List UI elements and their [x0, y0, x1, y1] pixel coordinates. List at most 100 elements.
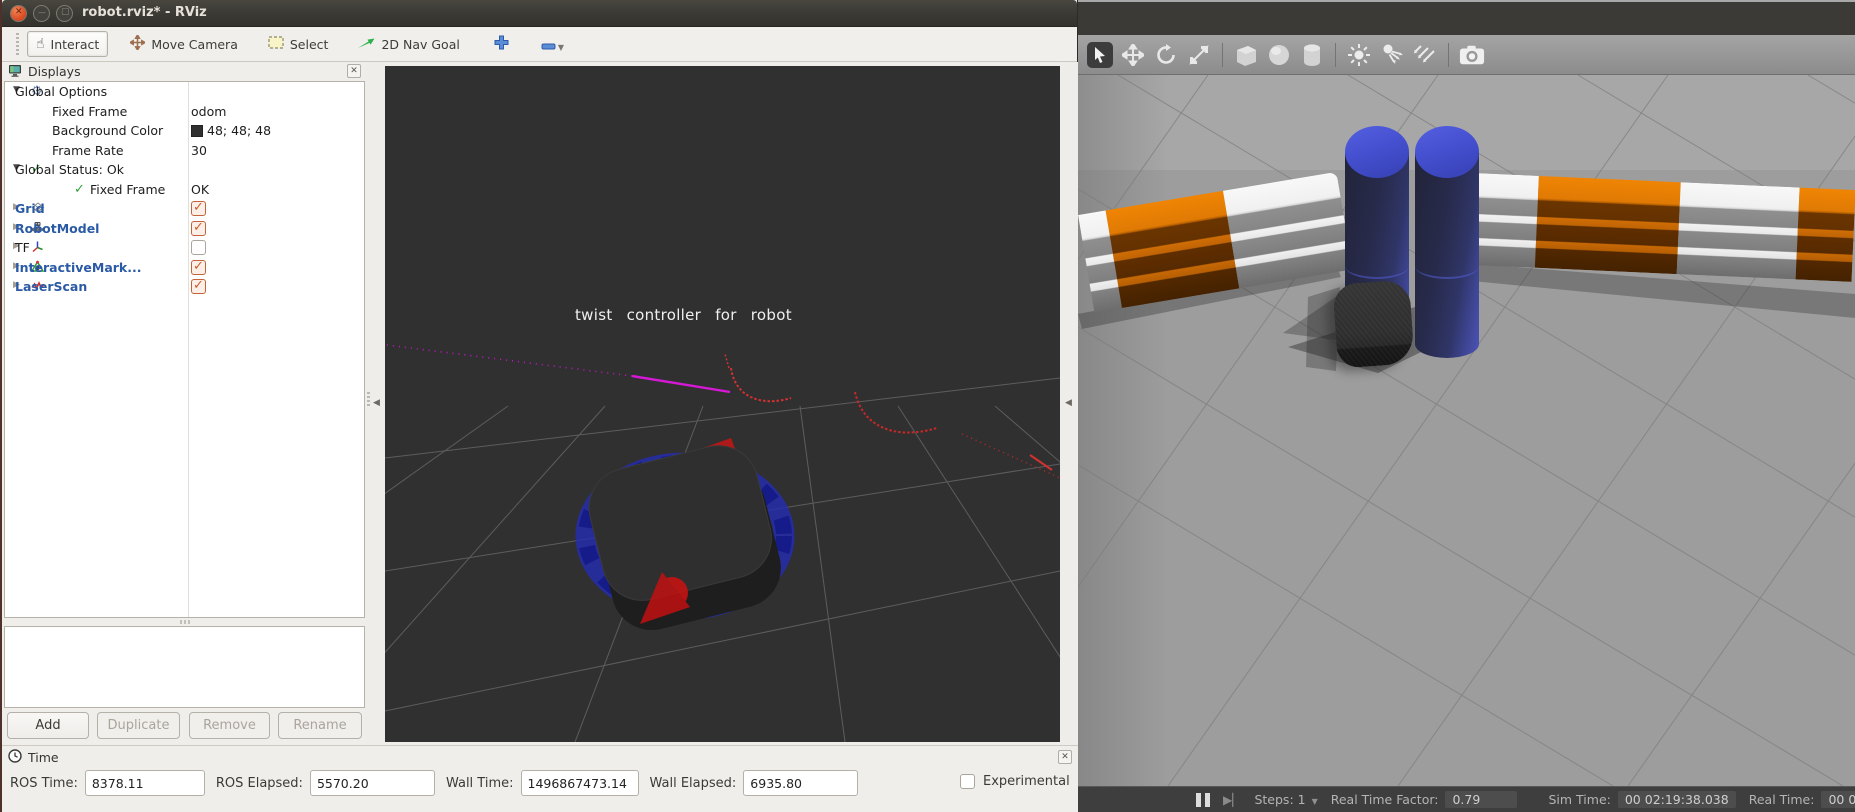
tree-row[interactable]: Background Color 48; 48; 48 [5, 121, 364, 141]
displays-icon [8, 64, 22, 80]
window-close-button[interactable] [10, 5, 27, 22]
enable-checkbox[interactable] [191, 201, 206, 216]
panel-splitter[interactable] [4, 618, 365, 626]
enable-checkbox[interactable] [191, 279, 206, 294]
gazebo-3d-viewport[interactable] [1078, 75, 1855, 786]
right-view-splitter[interactable]: ◀ [1060, 62, 1079, 745]
time-field-input[interactable] [521, 770, 639, 796]
enable-checkbox[interactable] [191, 260, 206, 275]
clock-icon [8, 749, 22, 766]
rviz-toolbar: ☝ Interact Move Camera Select 2D Nav Go [2, 27, 1077, 62]
add-tool-icon[interactable] [494, 35, 509, 54]
tree-row[interactable]: ▶RobotModel [5, 219, 364, 239]
barrier-right[interactable] [1448, 172, 1855, 282]
remove-tool-caret-icon[interactable]: ▼ [558, 43, 564, 52]
spot-light-icon[interactable] [1379, 42, 1405, 68]
time-panel: Time ✕ ROS Time: ROS Elapsed: Wall Time: Wa… [2, 745, 1080, 812]
row-value[interactable]: 48; 48; 48 [191, 123, 271, 138]
gazebo-status-bar: ▶▏ Steps: 1 ▼ Real Time Factor: 0.79 Sim… [1078, 786, 1855, 812]
time-field-label: Wall Elapsed: [650, 776, 737, 791]
add-button[interactable]: Add [7, 712, 89, 739]
select-arrow-icon[interactable] [1087, 42, 1113, 68]
enable-checkbox[interactable] [191, 240, 206, 255]
toolbar-drag-handle[interactable] [16, 33, 19, 55]
displays-panel-header: Displays ✕ [4, 62, 365, 81]
duplicate-button[interactable]: Duplicate [97, 712, 180, 739]
row-label: Frame Rate [52, 143, 124, 158]
rename-button[interactable]: Rename [278, 712, 362, 739]
hand-pointer-icon: ☝ [36, 36, 45, 52]
sim-time-label: Sim Time: [1548, 792, 1610, 807]
directional-light-icon[interactable] [1412, 42, 1438, 68]
tree-row[interactable]: ✓Fixed FrameOK [5, 180, 364, 200]
toolbar-separator [1448, 43, 1449, 67]
time-field: ROS Time: [10, 770, 205, 796]
displays-button-row: Add Duplicate Remove Rename [2, 712, 377, 742]
screenshot-root: robot.rviz* - RViz ☝ Interact Move Camer… [0, 0, 1855, 812]
interact-tool-button[interactable]: ☝ Interact [27, 31, 108, 57]
move-camera-tool-button[interactable]: Move Camera [122, 31, 246, 57]
camera-capture-icon[interactable] [1459, 42, 1485, 68]
step-forward-icon[interactable]: ▶▏ [1223, 793, 1241, 807]
tree-row[interactable]: ▶LaserScan [5, 277, 364, 297]
window-minimize-button[interactable] [33, 5, 50, 22]
steps-caret-icon[interactable]: ▼ [1312, 797, 1318, 806]
translate-icon[interactable] [1120, 42, 1146, 68]
row-value[interactable]: OK [191, 182, 209, 197]
rviz-scene [385, 66, 1060, 742]
experimental-checkbox[interactable] [960, 774, 975, 789]
toolbar-separator [1335, 43, 1336, 67]
collapse-right-arrow-icon[interactable]: ◀ [1065, 398, 1072, 408]
gazebo-robot[interactable] [1332, 279, 1415, 368]
point-light-icon[interactable] [1346, 42, 1372, 68]
time-panel-header: Time [8, 749, 59, 766]
steps-group[interactable]: Steps: 1 ▼ [1254, 792, 1317, 807]
tree-row[interactable]: ▶Grid [5, 199, 364, 219]
row-value[interactable]: odom [191, 104, 226, 119]
tree-row[interactable]: ▶TF [5, 238, 364, 258]
collapse-left-arrow-icon[interactable]: ◀ [373, 398, 380, 408]
experimental-checkbox-group[interactable]: Experimental [960, 774, 1070, 789]
window-maximize-button[interactable] [56, 5, 73, 22]
remove-button[interactable]: Remove [189, 712, 270, 739]
tree-row[interactable]: Frame Rate 30 [5, 141, 364, 161]
overlay-text: twist controller for robot [575, 306, 792, 324]
remove-tool-icon[interactable]: ▼ [541, 35, 564, 54]
time-field-label: ROS Time: [10, 776, 78, 791]
time-field-input[interactable] [743, 770, 858, 796]
tree-row[interactable]: Fixed Frameodom [5, 102, 364, 122]
selection-box-icon [268, 36, 284, 52]
time-close-icon[interactable]: ✕ [1058, 750, 1072, 764]
scale-icon[interactable] [1186, 42, 1212, 68]
select-tool-button[interactable]: Select [260, 32, 337, 56]
gazebo-top-strip [1078, 0, 1855, 35]
row-label: Background Color [52, 123, 163, 138]
toolbar-separator [1222, 43, 1223, 67]
left-view-splitter[interactable]: ◀ [365, 62, 385, 745]
row-label: InteractiveMark... [15, 260, 142, 275]
time-field: ROS Elapsed: [216, 770, 435, 796]
real-time-label: Real Time: [1749, 792, 1815, 807]
time-field-input[interactable] [85, 770, 205, 796]
window-title: robot.rviz* - RViz [82, 5, 207, 20]
box-icon[interactable] [1233, 42, 1259, 68]
row-value[interactable]: 30 [191, 143, 207, 158]
time-field-input[interactable] [310, 770, 435, 796]
row-label: TF [15, 240, 30, 255]
sphere-icon[interactable] [1266, 42, 1292, 68]
rotate-icon[interactable] [1153, 42, 1179, 68]
pause-icon[interactable] [1196, 793, 1210, 807]
displays-close-icon[interactable]: ✕ [347, 64, 361, 78]
row-label: RobotModel [15, 221, 99, 236]
nav-goal-tool-button[interactable]: 2D Nav Goal [350, 32, 467, 56]
tree-row[interactable]: ▼✓Global Status: Ok [5, 160, 364, 180]
displays-tree: ▼⚙Global OptionsFixed FrameodomBackgroun… [4, 81, 365, 618]
time-field-label: Wall Time: [446, 776, 514, 791]
cylinder-icon[interactable] [1299, 42, 1325, 68]
rviz-3d-viewport[interactable]: twist controller for robot [385, 66, 1060, 742]
enable-checkbox[interactable] [191, 221, 206, 236]
tree-row[interactable]: ▼⚙Global Options [5, 82, 364, 102]
tree-row[interactable]: ▶InteractiveMark... [5, 258, 364, 278]
rviz-window: robot.rviz* - RViz ☝ Interact Move Camer… [0, 0, 1078, 812]
time-fields: ROS Time: ROS Elapsed: Wall Time: Wall Elap… [10, 770, 858, 796]
